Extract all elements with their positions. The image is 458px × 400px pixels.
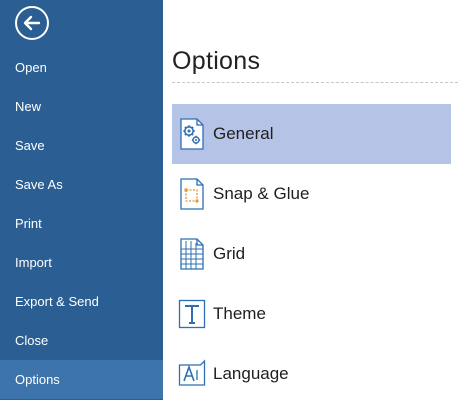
menu-item-export-send[interactable]: Export & Send xyxy=(0,282,163,321)
menu-item-save[interactable]: Save xyxy=(0,126,163,165)
title-divider xyxy=(172,82,458,83)
general-settings-icon xyxy=(180,118,204,150)
option-language[interactable]: Language xyxy=(172,344,451,400)
back-button[interactable] xyxy=(15,6,49,40)
menu-item-import[interactable]: Import xyxy=(0,243,163,282)
grid-icon xyxy=(180,238,204,270)
option-theme[interactable]: Theme xyxy=(172,284,451,344)
backstage-view: Open New Save Save As Print Import Expor… xyxy=(0,0,458,400)
theme-icon xyxy=(178,299,206,329)
option-general[interactable]: General xyxy=(172,104,451,164)
options-list: General Snap & Glue Grid Theme Language xyxy=(172,104,451,400)
backstage-menu: Open New Save Save As Print Import Expor… xyxy=(0,48,163,399)
option-label-snap-glue: Snap & Glue xyxy=(213,184,310,203)
backstage-sidebar: Open New Save Save As Print Import Expor… xyxy=(0,0,163,400)
snap-glue-icon xyxy=(180,178,204,210)
options-panel: Options General Snap & Glue Grid Theme L… xyxy=(163,0,458,400)
option-label-theme: Theme xyxy=(213,304,266,323)
option-label-grid: Grid xyxy=(213,244,246,263)
language-icon xyxy=(178,359,206,386)
option-label-general: General xyxy=(213,124,274,143)
menu-item-print[interactable]: Print xyxy=(0,204,163,243)
option-snap-glue[interactable]: Snap & Glue xyxy=(172,164,451,224)
menu-item-close[interactable]: Close xyxy=(0,321,163,360)
menu-item-new[interactable]: New xyxy=(0,87,163,126)
page-title: Options xyxy=(172,47,261,75)
menu-item-save-as[interactable]: Save As xyxy=(0,165,163,204)
back-arrow-icon xyxy=(23,15,41,31)
option-label-language: Language xyxy=(213,364,289,383)
menu-item-open[interactable]: Open xyxy=(0,48,163,87)
option-grid[interactable]: Grid xyxy=(172,224,451,284)
menu-item-options[interactable]: Options xyxy=(0,360,163,399)
